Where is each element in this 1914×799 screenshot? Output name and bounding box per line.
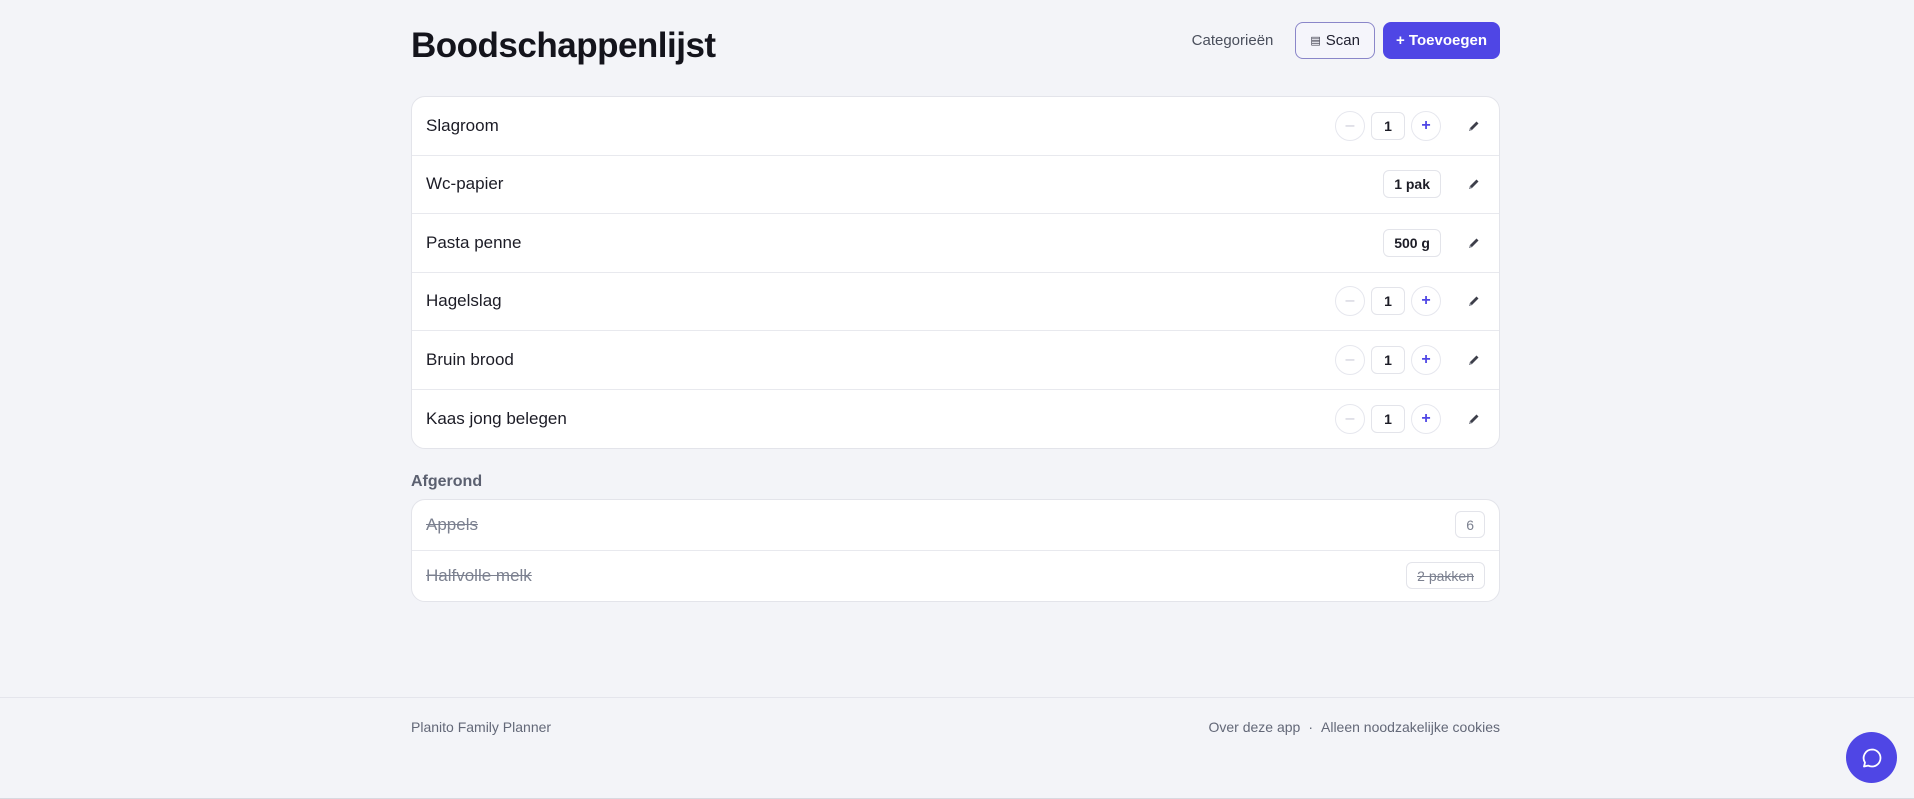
footer: Planito Family Planner Over deze app · A… bbox=[0, 697, 1914, 799]
item-name: Wc-papier bbox=[426, 174, 504, 194]
chat-button[interactable] bbox=[1846, 732, 1897, 783]
edit-button[interactable] bbox=[1463, 173, 1485, 195]
completed-item-quantity: 6 bbox=[1455, 511, 1485, 539]
quantity-value: 1 bbox=[1371, 345, 1405, 374]
pencil-icon bbox=[1469, 179, 1479, 190]
quantity-badge: 1 pak bbox=[1383, 170, 1441, 199]
cookies-link[interactable]: Alleen noodzakelijke cookies bbox=[1321, 719, 1500, 735]
edit-button[interactable] bbox=[1463, 290, 1485, 312]
scan-icon: ▤ bbox=[1310, 35, 1321, 47]
shopping-list: Slagroom – 1 + Wc-papier 1 pak Pasta pen… bbox=[411, 96, 1500, 449]
completed-item[interactable]: Appels 6 bbox=[412, 500, 1499, 551]
decrease-button[interactable]: – bbox=[1335, 110, 1365, 141]
footer-brand: Planito Family Planner bbox=[411, 719, 552, 735]
page-header: Boodschappenlijst Categorieën ▤ Scan + T… bbox=[411, 0, 1500, 96]
completed-item[interactable]: Halfvolle melk 2 pakken bbox=[412, 551, 1499, 602]
item-name: Hagelslag bbox=[426, 291, 502, 311]
list-item[interactable]: Pasta penne 500 g bbox=[412, 214, 1499, 273]
edit-button[interactable] bbox=[1463, 232, 1485, 254]
list-item[interactable]: Bruin brood – 1 + bbox=[412, 331, 1499, 390]
scan-label: Scan bbox=[1325, 32, 1360, 49]
pencil-icon bbox=[1469, 296, 1479, 307]
edit-button[interactable] bbox=[1463, 115, 1485, 137]
page-title: Boodschappenlijst bbox=[411, 26, 716, 65]
increase-button[interactable]: + bbox=[1411, 286, 1441, 317]
item-name: Slagroom bbox=[426, 115, 499, 135]
completed-item-quantity: 2 pakken bbox=[1406, 562, 1485, 590]
pencil-icon bbox=[1469, 238, 1479, 248]
pencil-icon bbox=[1469, 414, 1479, 424]
completed-item-name: Appels bbox=[426, 514, 478, 534]
completed-list: Appels 6 Halfvolle melk 2 pakken bbox=[411, 499, 1500, 602]
page: Boodschappenlijst Categorieën ▤ Scan + T… bbox=[0, 0, 1914, 799]
decrease-button[interactable]: – bbox=[1335, 286, 1365, 317]
quantity-badge: 500 g bbox=[1383, 228, 1441, 257]
increase-button[interactable]: + bbox=[1411, 110, 1441, 141]
header-actions: Categorieën ▤ Scan + Toevoegen bbox=[1192, 22, 1500, 59]
add-item-button[interactable]: + Toevoegen bbox=[1383, 22, 1500, 59]
edit-button[interactable] bbox=[1463, 349, 1485, 371]
decrease-button[interactable]: – bbox=[1335, 344, 1365, 375]
categories-button[interactable]: Categorieën bbox=[1192, 32, 1274, 49]
scan-button[interactable]: ▤ Scan bbox=[1295, 22, 1375, 59]
footer-separator: · bbox=[1308, 719, 1313, 735]
increase-button[interactable]: + bbox=[1411, 403, 1441, 434]
list-item[interactable]: Wc-papier 1 pak bbox=[412, 156, 1499, 214]
completed-section-title: Afgerond bbox=[411, 473, 483, 490]
pencil-icon bbox=[1469, 355, 1479, 365]
decrease-button[interactable]: – bbox=[1335, 403, 1365, 434]
about-link[interactable]: Over deze app bbox=[1208, 719, 1300, 735]
item-name: Pasta penne bbox=[426, 232, 522, 252]
quantity-value: 1 bbox=[1371, 287, 1405, 316]
quantity-stepper: – 1 + bbox=[1335, 344, 1441, 375]
item-name: Bruin brood bbox=[426, 349, 514, 369]
edit-button[interactable] bbox=[1463, 408, 1485, 430]
list-item[interactable]: Hagelslag – 1 + bbox=[412, 273, 1499, 331]
completed-item-name: Halfvolle melk bbox=[426, 565, 532, 585]
quantity-stepper: – 1 + bbox=[1335, 403, 1441, 434]
list-item[interactable]: Kaas jong belegen – 1 + bbox=[412, 390, 1499, 449]
main-container: Boodschappenlijst Categorieën ▤ Scan + T… bbox=[411, 0, 1500, 602]
item-name: Kaas jong belegen bbox=[426, 408, 567, 428]
increase-button[interactable]: + bbox=[1411, 344, 1441, 375]
footer-links: Over deze app · Alleen noodzakelijke coo… bbox=[1208, 719, 1500, 735]
footer-inner: Planito Family Planner Over deze app · A… bbox=[411, 719, 1500, 735]
quantity-stepper: – 1 + bbox=[1335, 110, 1441, 141]
chat-bubble-icon bbox=[1862, 748, 1881, 767]
list-item[interactable]: Slagroom – 1 + bbox=[412, 97, 1499, 156]
quantity-stepper: – 1 + bbox=[1335, 286, 1441, 317]
pencil-icon bbox=[1469, 121, 1479, 131]
quantity-value: 500 g bbox=[1383, 228, 1441, 257]
quantity-value: 1 bbox=[1371, 111, 1405, 140]
quantity-value: 1 pak bbox=[1383, 170, 1441, 199]
quantity-value: 1 bbox=[1371, 404, 1405, 433]
